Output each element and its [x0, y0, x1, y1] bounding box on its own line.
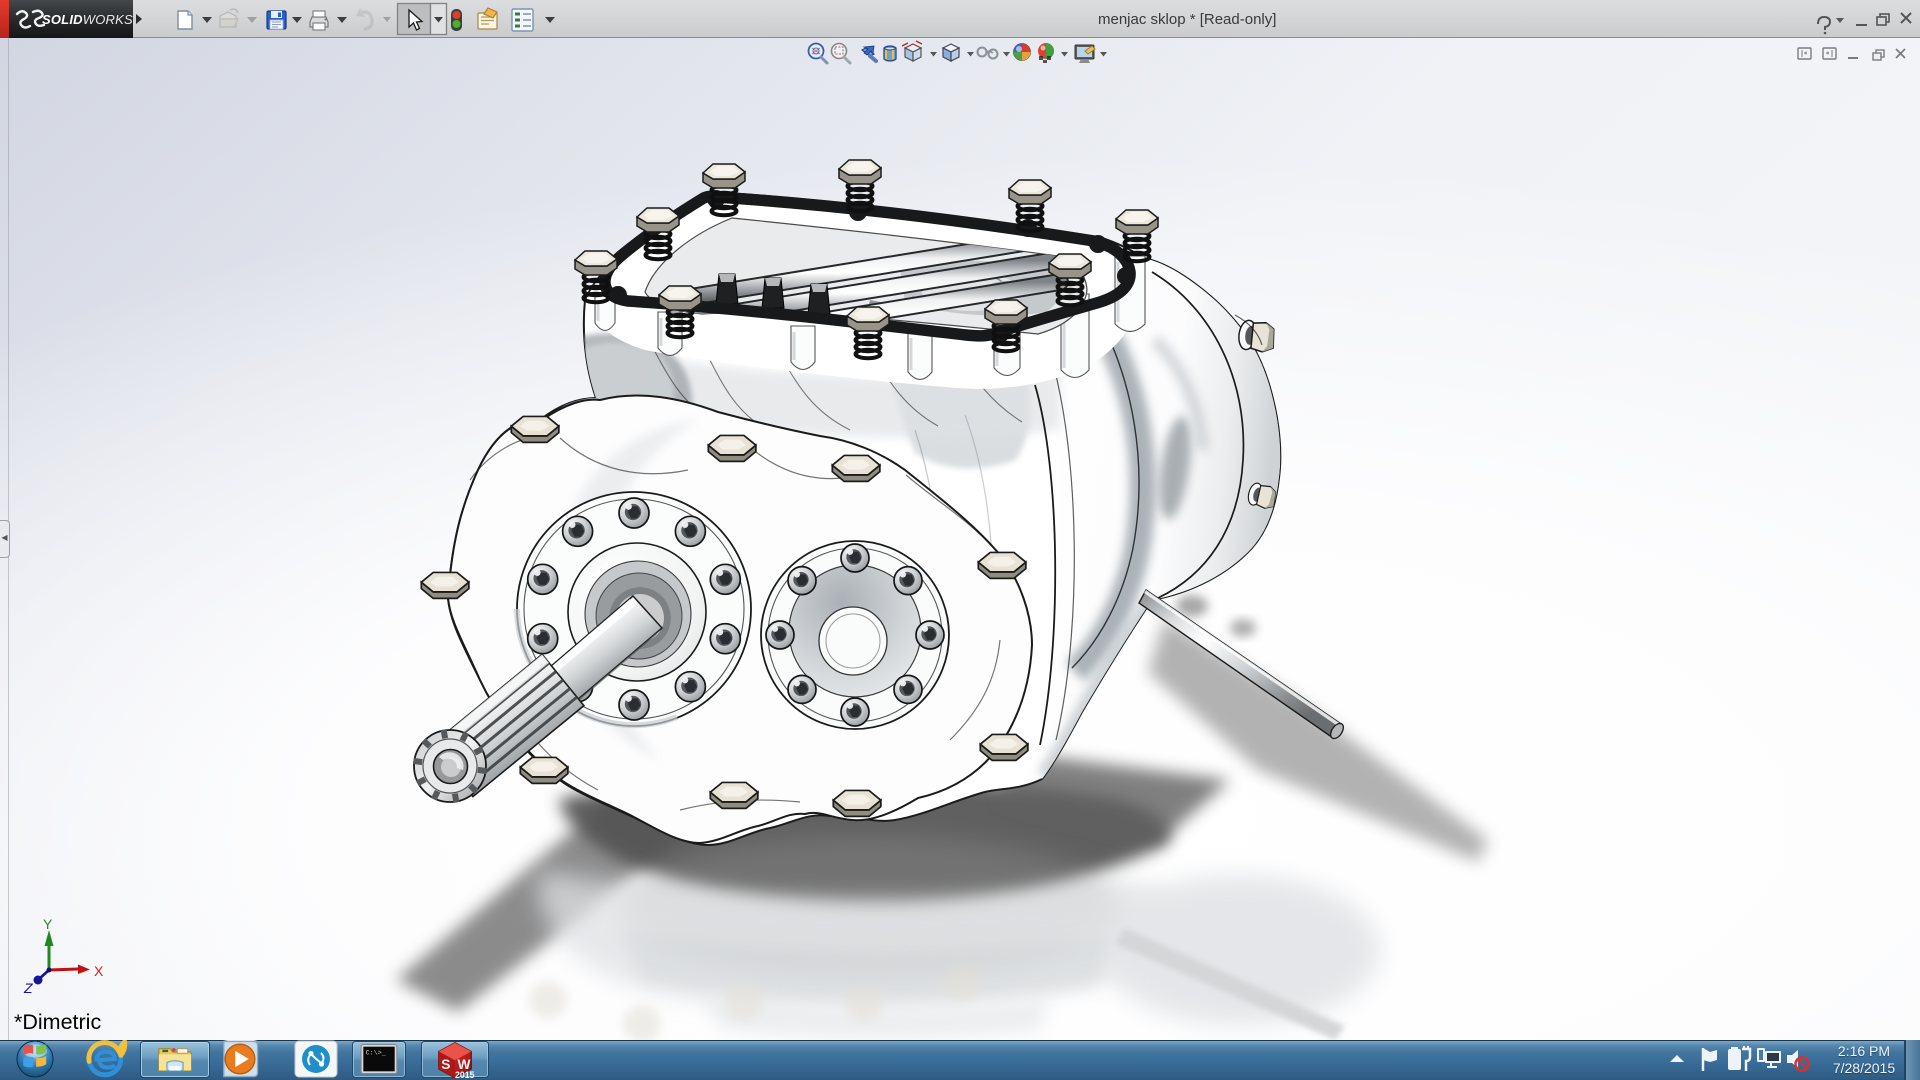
svg-text:Y: Y: [43, 916, 53, 932]
svg-text:Z: Z: [23, 980, 33, 996]
svg-text:X: X: [94, 963, 104, 979]
svg-text:S: S: [441, 1057, 450, 1072]
svg-text:C:\>_: C:\>_: [366, 1050, 387, 1058]
svg-text:2015: 2015: [455, 1070, 475, 1080]
